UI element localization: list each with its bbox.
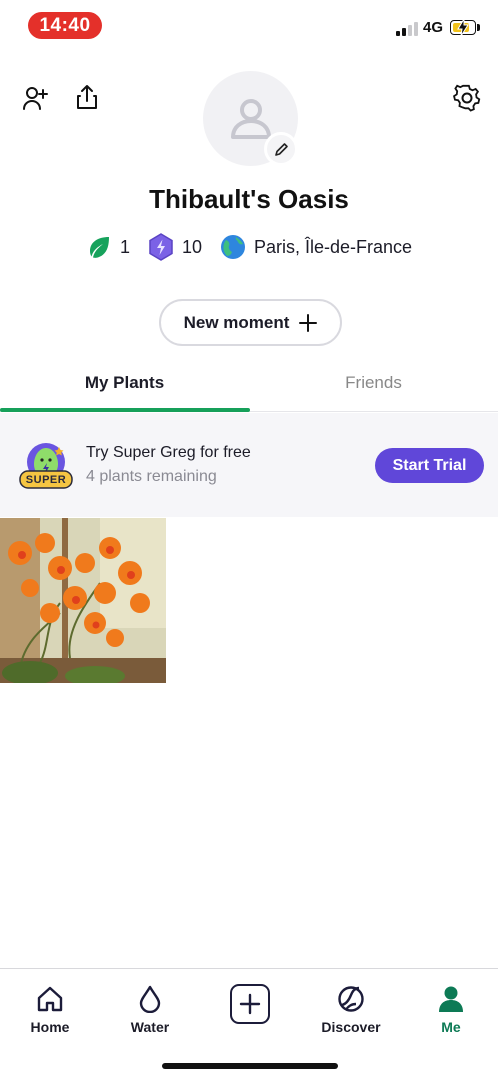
discover-icon	[338, 986, 364, 1012]
add-friend-button[interactable]	[20, 83, 50, 113]
profile-tabs: My Plants Friends	[0, 356, 498, 410]
start-trial-button[interactable]: Start Trial	[375, 448, 484, 483]
level-count: 10	[181, 236, 202, 257]
nav-discover-label: Discover	[321, 1019, 381, 1035]
nav-home[interactable]: Home	[10, 985, 90, 1035]
add-plus-icon	[239, 993, 261, 1015]
nav-water-label: Water	[130, 1019, 170, 1035]
plus-icon	[299, 313, 318, 332]
add-person-icon	[23, 87, 48, 110]
battery-cap	[477, 24, 480, 31]
leaf-icon	[89, 237, 109, 258]
level-stat: 10	[148, 233, 202, 261]
water-drop-icon	[139, 985, 161, 1013]
profile-name: Thibault's Oasis	[149, 184, 349, 214]
tab-my-plants[interactable]: My Plants	[0, 356, 249, 410]
gear-icon	[453, 84, 481, 112]
bottom-nav-divider	[0, 968, 498, 969]
settings-button[interactable]	[452, 83, 482, 113]
status-time: 14:40	[28, 12, 102, 39]
profile-stats: 1 10 Paris, Île-de-France	[0, 231, 498, 263]
promo-title: Try Super Greg for free	[86, 444, 251, 461]
cellular-signal-icon	[396, 22, 418, 36]
pencil-icon	[274, 142, 288, 156]
home-indicator	[162, 1063, 338, 1069]
nav-water[interactable]: Water	[110, 985, 190, 1035]
share-icon	[77, 85, 97, 109]
super-badge-label: SUPER	[25, 473, 67, 486]
nav-discover[interactable]: Discover	[311, 985, 391, 1035]
plant-count-stat: 1	[86, 234, 130, 260]
location-label: Paris, Île-de-France	[253, 236, 413, 257]
globe-icon	[220, 235, 245, 259]
nav-me[interactable]: Me	[411, 985, 491, 1035]
level-bolt-hexagon-icon	[149, 233, 173, 261]
active-tab-indicator	[0, 408, 250, 412]
promo-subtitle: 4 plants remaining	[86, 468, 217, 485]
plant-card-photo[interactable]	[0, 518, 166, 683]
tab-friends[interactable]: Friends	[249, 356, 498, 410]
nav-home-label: Home	[30, 1019, 70, 1035]
charging-bolt-icon	[457, 19, 469, 36]
edit-avatar-button[interactable]	[264, 132, 298, 166]
network-type: 4G	[423, 19, 444, 36]
super-badge: SUPER	[18, 440, 74, 492]
plant-count: 1	[119, 236, 130, 257]
share-button[interactable]	[72, 82, 102, 112]
new-moment-button[interactable]: New moment	[159, 299, 342, 346]
nav-me-label: Me	[441, 1019, 461, 1035]
location-stat: Paris, Île-de-France	[220, 234, 412, 260]
new-moment-label: New moment	[183, 312, 290, 332]
person-icon	[439, 986, 463, 1012]
nav-add-button[interactable]	[230, 984, 270, 1024]
home-icon	[37, 986, 63, 1012]
orchid-photo	[0, 518, 166, 683]
